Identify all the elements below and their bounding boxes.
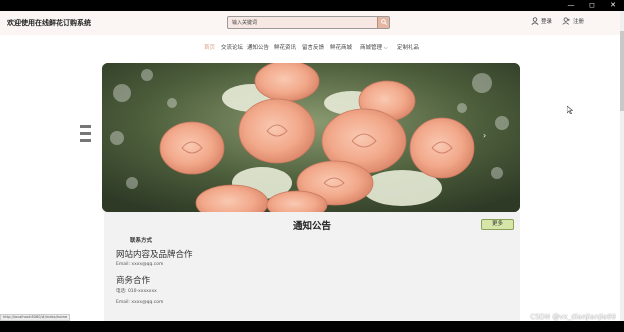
window-titlebar: — ◻ ✕ bbox=[0, 0, 624, 11]
search-icon bbox=[381, 19, 387, 25]
bouquet-image bbox=[102, 63, 520, 212]
login-link[interactable]: 登录 bbox=[531, 17, 552, 25]
scrollbar-thumb[interactable] bbox=[620, 31, 624, 111]
minimize-button[interactable]: — bbox=[566, 0, 576, 11]
window-controls: — ◻ ✕ bbox=[566, 0, 618, 11]
carousel-next-icon[interactable]: › bbox=[483, 131, 486, 140]
add-user-icon bbox=[562, 17, 570, 25]
search-input[interactable] bbox=[228, 17, 377, 28]
maximize-button[interactable]: ◻ bbox=[587, 0, 597, 11]
search-box bbox=[227, 16, 390, 29]
close-button[interactable]: ✕ bbox=[608, 0, 618, 11]
nav-item-feedback[interactable]: 留言反馈 bbox=[302, 43, 324, 51]
nav-item-home[interactable]: 首页 bbox=[204, 43, 215, 51]
register-label: 注册 bbox=[573, 19, 585, 25]
taskbar bbox=[0, 321, 624, 332]
nav-item-flower-shop[interactable]: 鲜花商城 bbox=[330, 43, 352, 51]
chevron-down-icon: ⌵ bbox=[383, 45, 388, 51]
more-button[interactable]: 更多 bbox=[481, 219, 514, 230]
nav-item-forum[interactable]: 交流论坛 bbox=[221, 43, 243, 51]
nav-item-shop-management[interactable]: 商城管理 ⌵ bbox=[360, 43, 388, 51]
login-label: 登录 bbox=[541, 19, 553, 25]
main-nav: 首页 交流论坛 通知公告 鲜花资讯 留言反馈 鲜花商城 商城管理 ⌵ 定制礼品 bbox=[0, 35, 620, 59]
watermark: CSDN @vx_dianjianjie89 bbox=[530, 313, 616, 321]
page-scrollbar[interactable] bbox=[620, 11, 624, 321]
contact-label: 联系方式 bbox=[130, 238, 153, 244]
business-phone: 电话: 010-xxxxxxx bbox=[116, 289, 157, 294]
site-header: 欢迎使用在线鲜花订购系统 登录 注册 bbox=[0, 11, 620, 35]
site-title: 欢迎使用在线鲜花订购系统 bbox=[7, 19, 91, 27]
mouse-cursor-icon bbox=[567, 106, 573, 114]
status-url: http://localhost:8080/#/index/home bbox=[0, 314, 71, 321]
notice-section: 通知公告 更多 联系方式 网站内容及品牌合作 Email: xxxx@qq.co… bbox=[104, 212, 520, 322]
search-button[interactable] bbox=[377, 17, 389, 28]
brand-email: Email: xxxx@qq.com bbox=[116, 262, 164, 267]
nav-item-notices[interactable]: 通知公告 bbox=[247, 43, 269, 51]
business-email: Email: xxxx@qq.com bbox=[116, 300, 164, 305]
user-icon bbox=[531, 17, 539, 25]
nav-item-flower-news[interactable]: 鲜花资讯 bbox=[274, 43, 296, 51]
menu-icon[interactable] bbox=[80, 125, 91, 146]
register-link[interactable]: 注册 bbox=[562, 17, 584, 25]
section-title-business-cooperation: 商务合作 bbox=[116, 276, 151, 286]
nav-item-custom-gifts[interactable]: 定制礼品 bbox=[397, 43, 419, 51]
notice-title: 通知公告 bbox=[292, 221, 331, 232]
section-title-brand-cooperation: 网站内容及品牌合作 bbox=[116, 250, 193, 260]
nav-item-shop-management-label: 商城管理 bbox=[360, 45, 383, 51]
banner-carousel[interactable] bbox=[102, 63, 520, 212]
